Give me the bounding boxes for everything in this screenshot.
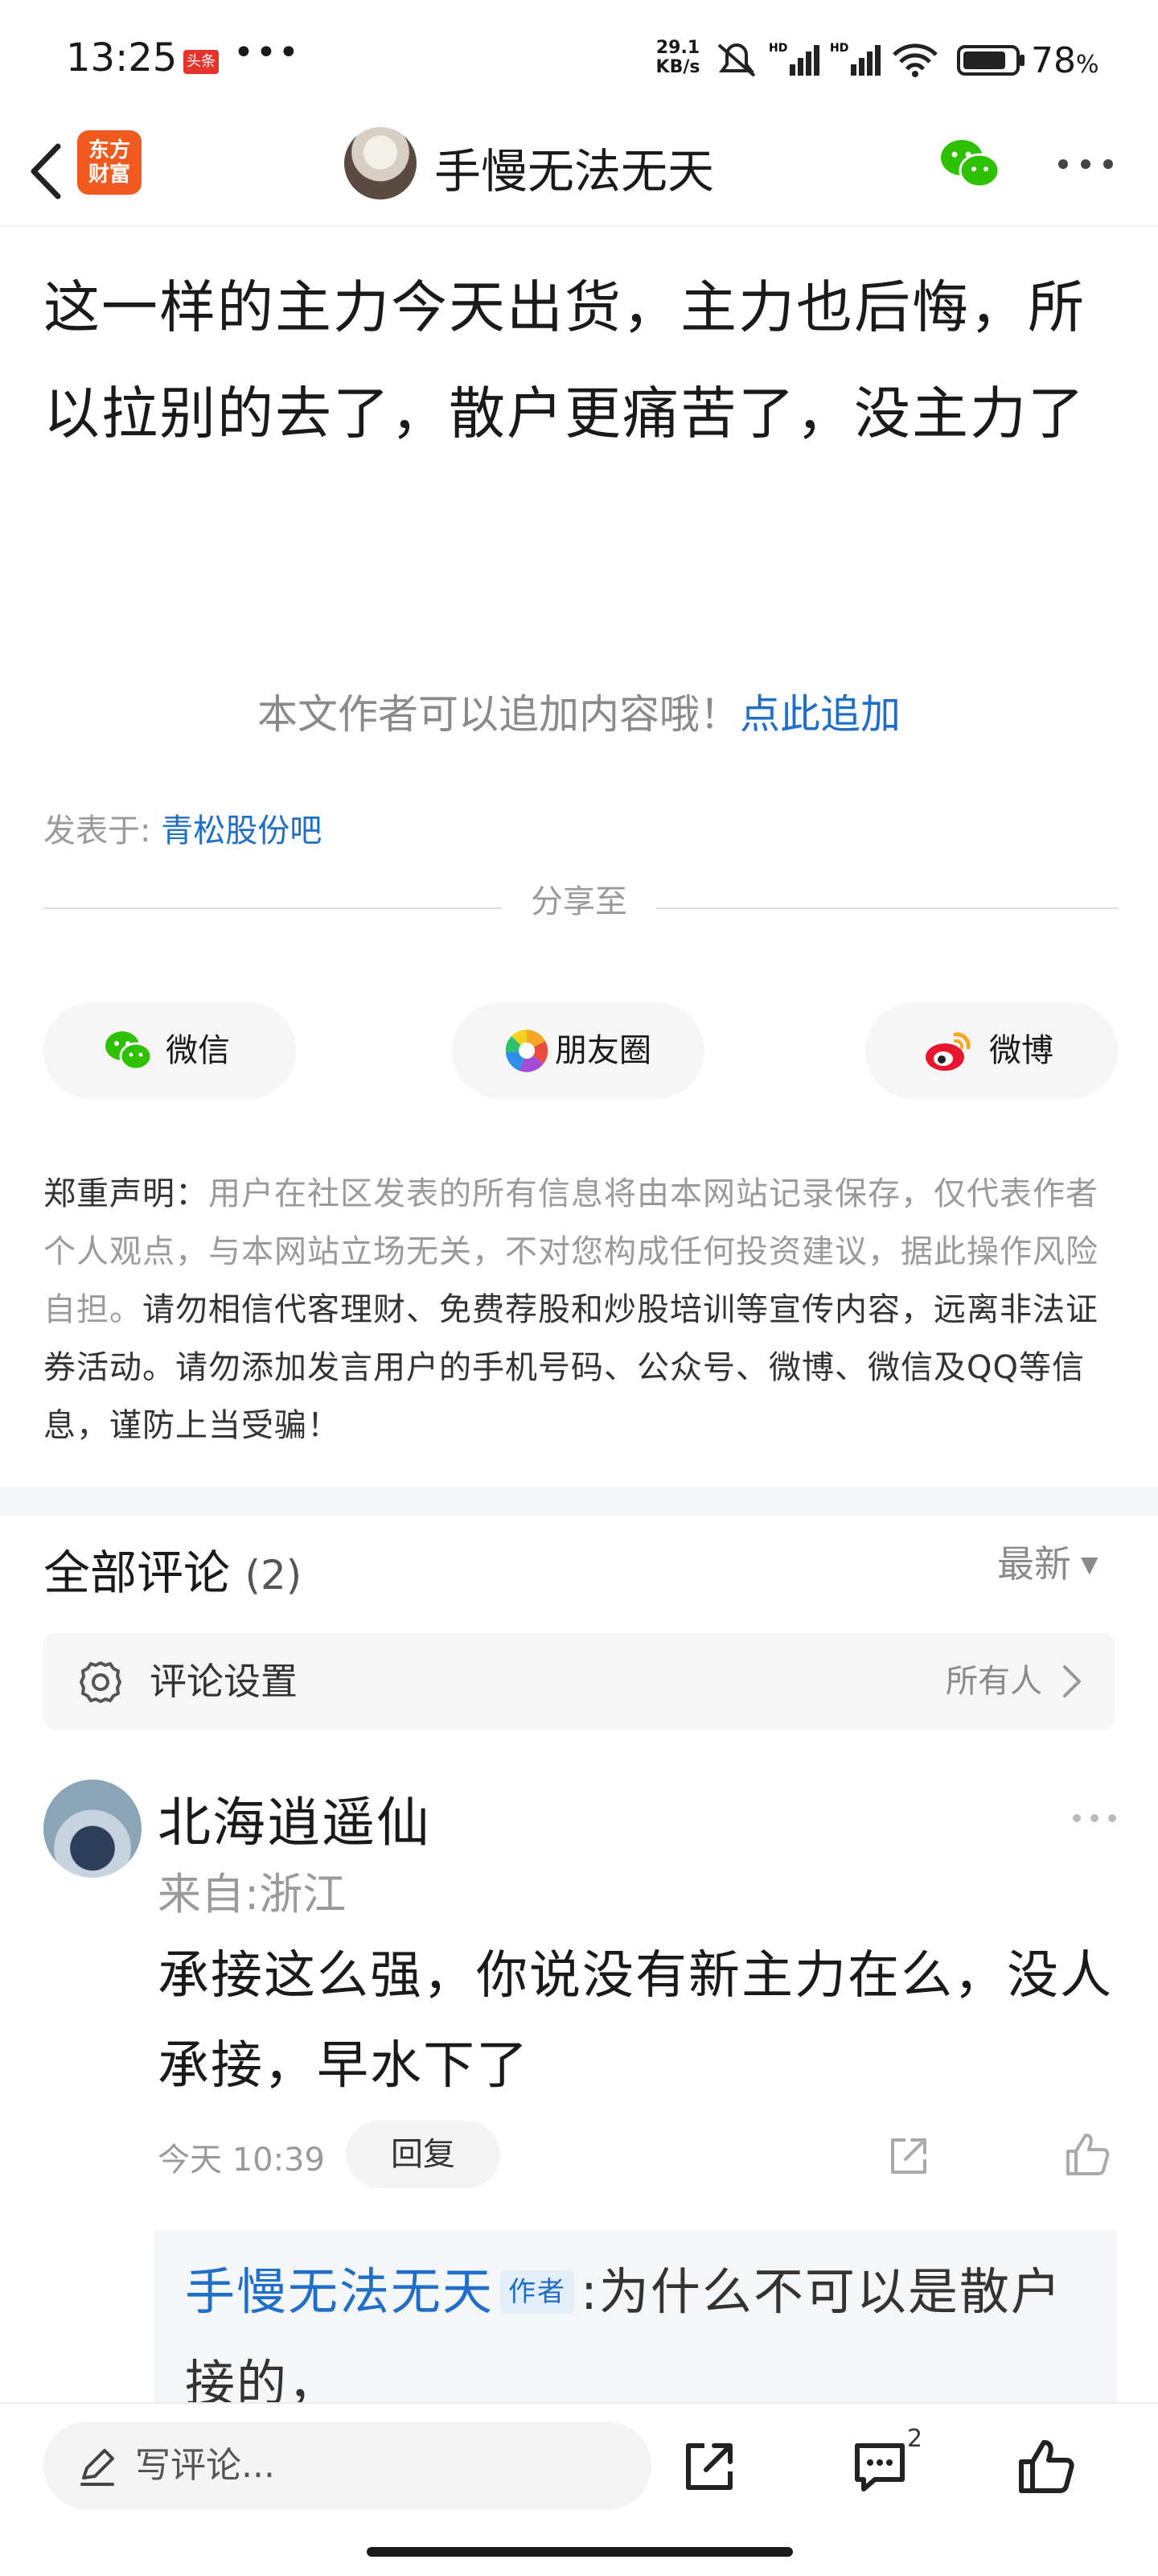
reply-author-name[interactable]: 手慢无法无天 (185, 2262, 494, 2321)
comments-header: 全部评论 (2) (43, 1535, 302, 1603)
stock-bar-link[interactable]: 青松股份吧 (161, 813, 322, 850)
wifi-icon (893, 43, 938, 77)
moments-icon (505, 1029, 548, 1072)
pen-icon (80, 2449, 114, 2486)
status-time: 13:25 (66, 35, 178, 80)
svg-text:HD: HD (830, 42, 848, 55)
reply-button[interactable]: 回复 (346, 2121, 500, 2188)
comment-more-icon[interactable] (1071, 1812, 1118, 1825)
comment-text: 承接这么强，你说没有新主力在么，没人承接，早水下了 (158, 1946, 1113, 2096)
append-hint-text: 本文作者可以追加内容哦！ (257, 691, 740, 738)
gear-icon (80, 1661, 121, 1703)
commenter-location: 来自:浙江 (158, 1869, 347, 1920)
share-wechat-label: 微信 (166, 1032, 230, 1069)
author-name[interactable]: 手慢无法无天 (434, 134, 714, 201)
eastmoney-logo[interactable]: 东方 财富 (77, 130, 142, 195)
share-icon[interactable] (680, 2438, 738, 2496)
section-divider (0, 1487, 1158, 1516)
weibo-icon (926, 1032, 971, 1071)
nested-reply-body: 手慢无法无天 作者:为什么不可以是散户接的， (185, 2246, 1094, 2407)
write-comment-input[interactable]: 写评论... (43, 2422, 651, 2510)
comment-share-icon[interactable] (886, 2134, 931, 2179)
comment-icon[interactable] (851, 2438, 909, 2496)
share-moments-label: 朋友圈 (555, 1032, 651, 1069)
commenter-name[interactable]: 北海逍遥仙 (158, 1780, 431, 1857)
append-link[interactable]: 点此追加 (740, 691, 901, 738)
like-icon[interactable] (1016, 2438, 1076, 2496)
signal-icon-2: HD (830, 42, 881, 76)
comment-time: 今天 10:39 (158, 2142, 325, 2179)
sort-label: 最新 (997, 1542, 1071, 1586)
battery-icon (957, 45, 1025, 76)
disclaimer: 郑重声明：用户在社区发表的所有信息将由本网站记录保存，仅代表作者个人观点，与本网… (43, 1165, 1121, 1455)
back-arrow-icon[interactable] (24, 135, 69, 208)
comment-settings-label: 评论设置 (150, 1660, 298, 1703)
posted-in: 发表于: 青松股份吧 (43, 804, 322, 851)
signal-icon-1: HD (769, 42, 819, 76)
share-divider-left (43, 907, 502, 909)
posted-in-label: 发表于: (43, 813, 151, 850)
more-options-icon[interactable] (1057, 158, 1115, 171)
comments-count: (2) (244, 1552, 302, 1599)
nested-reply[interactable]: 手慢无法无天 作者:为什么不可以是散户接的， (154, 2230, 1116, 2407)
append-hint: 本文作者可以追加内容哦！点此追加 (0, 682, 1158, 740)
chevron-right-icon (1063, 1665, 1081, 1697)
wechat-icon (105, 1031, 153, 1071)
commenter-avatar[interactable] (43, 1780, 142, 1878)
battery-percent: 78% (1031, 40, 1099, 81)
share-weibo-button[interactable]: 微博 (865, 1002, 1118, 1099)
svg-text:HD: HD (769, 42, 787, 55)
toutiao-badge: 头条 (183, 50, 219, 74)
disclaimer-lead: 郑重声明： (43, 1175, 208, 1212)
share-label: 分享至 (531, 883, 627, 920)
comment-settings-row[interactable]: 评论设置 所有人 (43, 1633, 1115, 1730)
home-indicator[interactable] (367, 2547, 793, 2557)
comment-like-icon[interactable] (1063, 2130, 1111, 2179)
author-avatar[interactable] (344, 127, 417, 200)
comment-settings-value: 所有人 (946, 1663, 1042, 1700)
sort-dropdown[interactable]: 最新 ▼ (997, 1535, 1098, 1588)
share-weibo-label: 微博 (989, 1032, 1053, 1069)
comment-count-badge: 2 (907, 2425, 923, 2453)
share-divider-right (656, 907, 1118, 909)
author-tag: 作者 (500, 2270, 575, 2314)
disclaimer-warning: 请勿相信代客理财、免费荐股和炒股培训等宣传内容，远离非法证券活动。请勿添加发言用… (43, 1291, 1098, 1444)
mute-icon (717, 43, 756, 77)
share-wechat-button[interactable]: 微信 (43, 1002, 296, 1099)
caret-down-icon: ▼ (1081, 1551, 1098, 1578)
net-speed: 29.1 KB/s (655, 38, 700, 77)
write-comment-placeholder: 写评论... (135, 2445, 275, 2486)
comments-title: 全部评论 (43, 1545, 231, 1600)
article-body: 这一样的主力今天出货，主力也后悔，所以拉别的去了，散户更痛苦了，没主力了 (43, 274, 1086, 446)
status-dots: ••• (233, 32, 301, 73)
wechat-share-icon[interactable] (938, 135, 1002, 191)
share-moments-button[interactable]: 朋友圈 (452, 1002, 704, 1099)
